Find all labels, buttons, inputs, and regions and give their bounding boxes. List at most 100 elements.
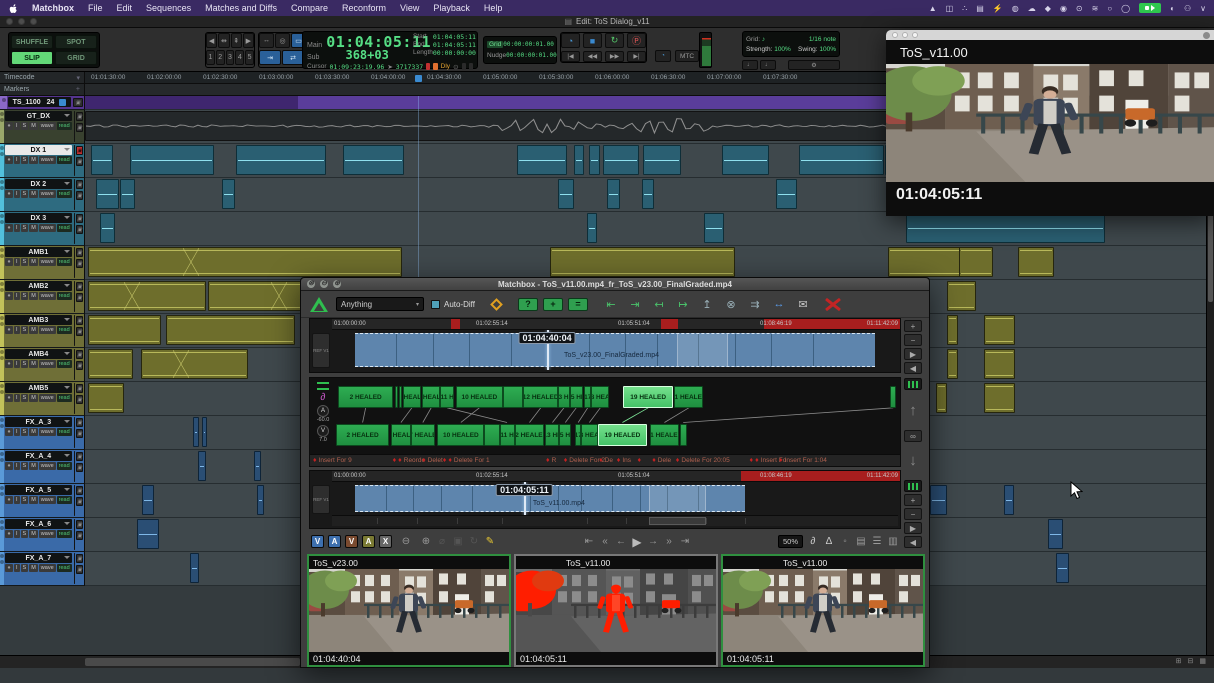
zoom-preset-button[interactable]: 3 (226, 50, 235, 65)
track-s-button[interactable]: S (21, 326, 29, 334)
diff-marker[interactable]: ♦Insert For 1:04 (779, 457, 827, 464)
window-dot[interactable] (902, 32, 908, 38)
track-rec-button[interactable]: ▣ (76, 350, 83, 359)
track-s-button[interactable]: S (21, 564, 29, 572)
healed-clip[interactable]: 21 HEALED (650, 424, 680, 446)
menubar-status-icon[interactable]: ◆ (1045, 4, 1051, 13)
track-s-button[interactable]: S (21, 258, 29, 266)
copy-forward-icon[interactable]: ⇉ (747, 298, 763, 311)
track-header-amb3[interactable]: AMB3●ISMwaveread▣▣ (0, 314, 85, 348)
diff-marker[interactable]: ♦R (546, 457, 556, 464)
audio-clip[interactable] (589, 145, 599, 175)
audio-clip[interactable] (722, 145, 769, 175)
healed-clip[interactable] (484, 424, 499, 446)
diff-marker[interactable]: ♦De (599, 457, 613, 464)
track-view-selector[interactable]: wave (39, 190, 56, 198)
track-options-button[interactable]: ▣ (76, 157, 83, 166)
menubar-status-icon[interactable]: ◫ (946, 4, 954, 13)
swing-value[interactable]: 100% (819, 46, 836, 53)
track-options-button[interactable]: ▣ (76, 361, 83, 370)
pencil-icon[interactable]: ✎ (484, 536, 496, 547)
track-rec-button[interactable]: ▣ (76, 418, 83, 427)
input-monitor-button[interactable]: ● (5, 530, 13, 538)
menubar-status-icon[interactable]: ▤ (976, 4, 984, 13)
diff-marker[interactable]: ♦Dele (652, 457, 671, 464)
audio-clip[interactable] (257, 485, 265, 515)
edit-option-icon[interactable]: ▣ (452, 536, 464, 547)
diff-marker[interactable]: ♦Delet (422, 457, 443, 464)
matchbox-action-button[interactable]: = (568, 298, 588, 311)
transport-arrow-button[interactable]: → (647, 536, 659, 547)
diff-marker[interactable]: ♦ (637, 457, 643, 464)
window-control-icon[interactable]: ⊕ (333, 280, 341, 288)
track-view-selector[interactable]: wave (39, 496, 56, 504)
slip-mode-button[interactable]: SLIP (11, 51, 53, 65)
menu-item-matchbox[interactable]: Matchbox (32, 3, 74, 13)
healed-clip[interactable]: 11 H (500, 424, 515, 446)
track-view-selector[interactable]: wave (39, 292, 56, 300)
window-control-icon[interactable]: ⊖ (320, 280, 328, 288)
audio-clip[interactable] (88, 383, 124, 413)
top-sequence-lane[interactable]: ToS_v23.00_FinalGraded.mp401:04:40:04 (332, 330, 898, 370)
audio-clip[interactable] (1018, 247, 1054, 277)
skip-button[interactable]: ▶| (627, 51, 646, 62)
track-m-button[interactable]: M (29, 258, 38, 266)
diff-marker[interactable]: ♦Insert For 9 (313, 457, 352, 464)
seq-play-button[interactable]: ▶ (904, 522, 922, 534)
track-header-fx-a-5[interactable]: FX_A_5●ISMwaveread▣▣ (0, 484, 85, 518)
audio-clip[interactable] (254, 451, 261, 481)
seq-play-button[interactable]: ▶ (904, 348, 922, 360)
audio-clip[interactable] (643, 145, 681, 175)
track-options-button[interactable]: ▣ (76, 327, 83, 336)
edit-tool-button[interactable]: ⇄ (282, 50, 304, 65)
transport-button[interactable]: ■ (583, 33, 602, 48)
track-i-button[interactable]: I (14, 360, 20, 368)
video-frame[interactable] (886, 64, 1214, 182)
automation-mode-button[interactable]: read (57, 292, 72, 300)
menu-item-matches-and-diffs[interactable]: Matches and Diffs (205, 3, 277, 13)
track-name[interactable]: FX_A_6 (5, 519, 72, 529)
partial-icon[interactable]: ∂ (321, 392, 326, 403)
view-option-button[interactable]: ▤ (855, 536, 867, 547)
edit-tool-button[interactable]: ◎ (275, 33, 290, 48)
audio-clip[interactable] (930, 485, 947, 515)
link-icon[interactable]: ∞ (904, 430, 922, 442)
nudge-right-icon[interactable]: ↦ (675, 298, 691, 311)
scroll-corner-icon[interactable]: ▦ (1199, 658, 1206, 665)
zoom-arrow-button[interactable]: ▶ (243, 33, 254, 48)
zoom-preset-button[interactable]: 5 (245, 50, 254, 65)
menu-item-edit[interactable]: Edit (117, 3, 133, 13)
grid-value-label[interactable]: Grid (487, 41, 503, 48)
seq-minus-button[interactable]: − (904, 334, 922, 346)
bottom-sequence-lane[interactable]: ToS_v11.00.mp401:04:05:11 (332, 482, 898, 515)
audio-clip[interactable] (984, 383, 1015, 413)
track-m-button[interactable]: M (29, 360, 38, 368)
track-s-button[interactable]: S (21, 190, 29, 198)
shuffle-mode-button[interactable]: SHUFFLE (11, 35, 53, 49)
healed-clip[interactable]: 11 H (440, 386, 454, 408)
transport-arrow-button[interactable]: ← (615, 536, 627, 547)
audio-clip[interactable] (558, 179, 574, 209)
automation-mode-button[interactable]: read (57, 190, 72, 198)
track-options-button[interactable]: ▣ (76, 463, 83, 472)
track-i-button[interactable]: I (14, 394, 20, 402)
strength-label[interactable]: Strength: (746, 46, 772, 53)
menubar-status-icon[interactable]: ○ (1107, 4, 1112, 13)
menubar-status-icon[interactable]: ⚡ (993, 4, 1003, 13)
grid-mode-button[interactable]: GRID (55, 51, 97, 65)
track-view-selector[interactable]: wave (39, 224, 56, 232)
track-options-button[interactable]: ▣ (76, 497, 83, 506)
track-m-button[interactable]: M (29, 190, 38, 198)
layer-toggle-button[interactable]: A (362, 535, 375, 548)
track-rec-button[interactable]: ▣ (76, 554, 83, 563)
track-name[interactable]: AMB4 (5, 349, 72, 359)
healed-clip[interactable]: 7 HEALE (411, 424, 435, 446)
zoom-preset-button[interactable]: 2 (216, 50, 225, 65)
track-header-fx-a-7[interactable]: FX_A_7●ISMwaveread▣▣ (0, 552, 85, 586)
scroll-corner-icon[interactable]: ⊞ (1176, 658, 1182, 665)
track-view-selector[interactable]: wave (39, 530, 56, 538)
audio-clip[interactable] (906, 213, 1106, 243)
skip-button[interactable]: ▶▶ (605, 51, 624, 62)
audio-clip[interactable] (776, 179, 797, 209)
track-m-button[interactable]: M (29, 530, 38, 538)
